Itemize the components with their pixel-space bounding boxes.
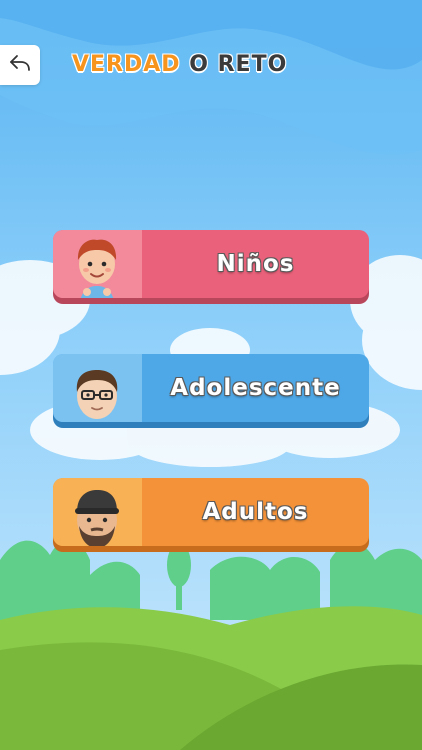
back-button[interactable] (0, 45, 40, 85)
category-button-adultos[interactable]: Adultos (53, 478, 369, 546)
category-label-area: Niños (142, 230, 369, 298)
category-label-area: Adultos (142, 478, 369, 546)
title-word-verdad: VERDAD (72, 52, 181, 77)
page-title: VERDAD O RETO (72, 52, 287, 80)
category-button-adolescente[interactable]: Adolescente (53, 354, 369, 422)
avatar-panel (53, 354, 142, 422)
category-button-ninos[interactable]: Niños (53, 230, 369, 298)
avatar-panel (53, 230, 142, 298)
boy-avatar (77, 239, 117, 298)
category-label: Adolescente (170, 375, 341, 401)
category-label: Adultos (202, 499, 309, 525)
avatar-panel (53, 478, 142, 546)
teen-avatar-glasses (76, 370, 118, 419)
reply-arrow-icon (9, 54, 31, 76)
title-word-o: O (189, 52, 209, 77)
category-label: Niños (216, 251, 295, 277)
title-word-reto: RETO (217, 52, 288, 77)
adult-avatar-beard (75, 490, 119, 546)
category-label-area: Adolescente (142, 354, 369, 422)
